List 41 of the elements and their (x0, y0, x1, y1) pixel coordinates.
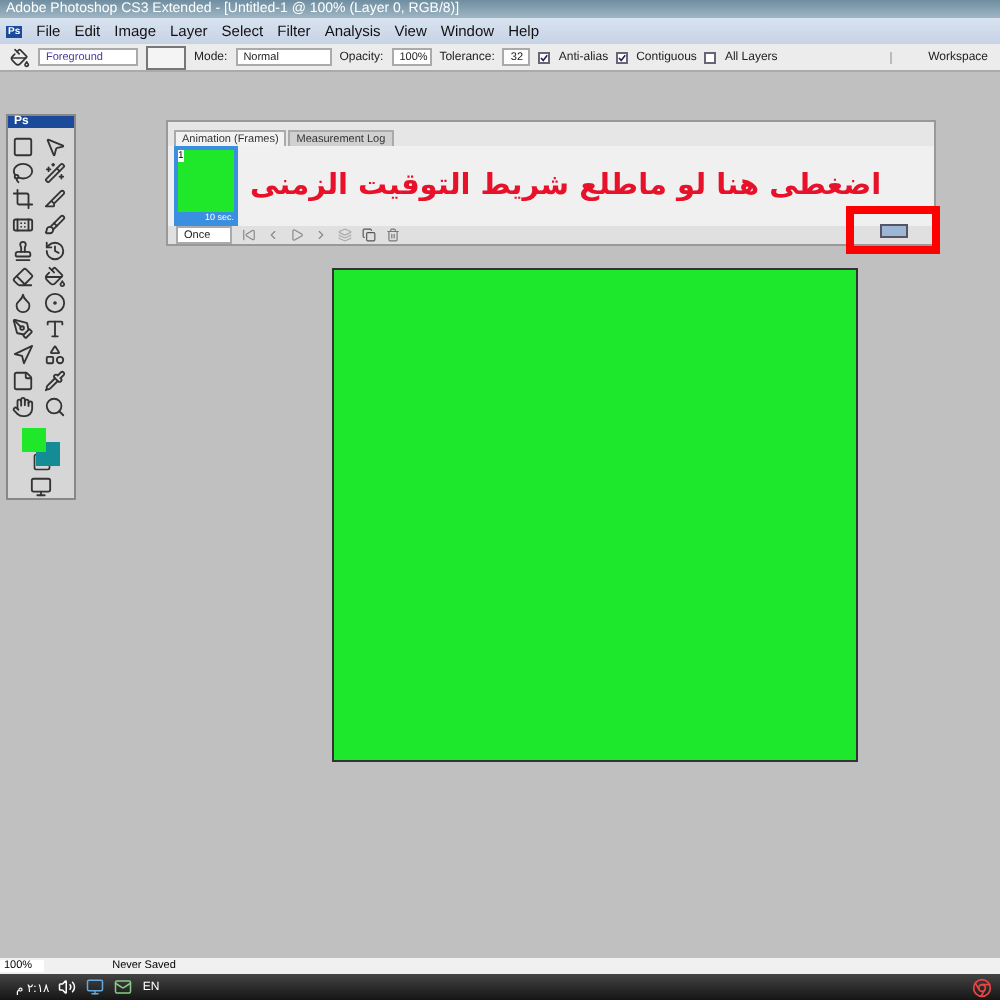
previous-frame-icon[interactable] (266, 228, 280, 242)
next-frame-icon[interactable] (314, 228, 328, 242)
notes-icon[interactable] (11, 370, 33, 392)
shape-icon[interactable] (43, 344, 65, 366)
eyedropper-icon[interactable] (43, 370, 65, 392)
stamp-icon[interactable] (11, 240, 33, 262)
move-icon[interactable] (43, 136, 65, 158)
lasso-icon[interactable] (11, 162, 33, 184)
checkbox[interactable] (704, 51, 717, 63)
pen-icon[interactable] (11, 318, 33, 340)
delete-frame-icon[interactable] (386, 228, 400, 242)
speaker-icon[interactable] (58, 978, 77, 996)
marquee-icon[interactable] (11, 136, 33, 158)
crop-icon[interactable] (11, 188, 33, 210)
browser-icon[interactable] (972, 977, 992, 997)
dodge-icon[interactable] (43, 292, 65, 314)
pattern-swatch[interactable] (146, 45, 186, 69)
paint-bucket-icon[interactable] (43, 266, 65, 288)
checkbox[interactable] (616, 51, 629, 63)
background-color-swatch[interactable] (35, 442, 59, 466)
annotation-text: اضغطى هنا لو ماطلع شريط التوقيت الزمنى (250, 170, 882, 202)
screen-mode-icon[interactable] (30, 476, 52, 498)
mail-icon[interactable] (114, 978, 133, 996)
first-frame-icon[interactable] (242, 228, 256, 242)
checkbox[interactable] (538, 51, 551, 63)
type-icon[interactable] (43, 318, 65, 340)
foreground-color-swatch[interactable] (21, 428, 45, 452)
magic-wand-icon[interactable] (43, 162, 65, 184)
history-brush-icon[interactable] (43, 240, 65, 262)
path-selection-icon[interactable] (11, 344, 33, 366)
slice-icon[interactable] (43, 188, 65, 210)
paint-bucket-icon[interactable] (10, 47, 30, 67)
quick-mask-icon[interactable] (31, 452, 51, 472)
zoom-icon[interactable] (43, 396, 65, 418)
eraser-icon[interactable] (11, 266, 33, 288)
network-icon[interactable] (86, 978, 105, 996)
brush-icon[interactable] (43, 214, 65, 236)
blur-icon[interactable] (11, 292, 33, 314)
duplicate-frame-icon[interactable] (362, 228, 376, 242)
healing-icon[interactable] (11, 214, 33, 236)
hand-icon[interactable] (11, 396, 33, 418)
